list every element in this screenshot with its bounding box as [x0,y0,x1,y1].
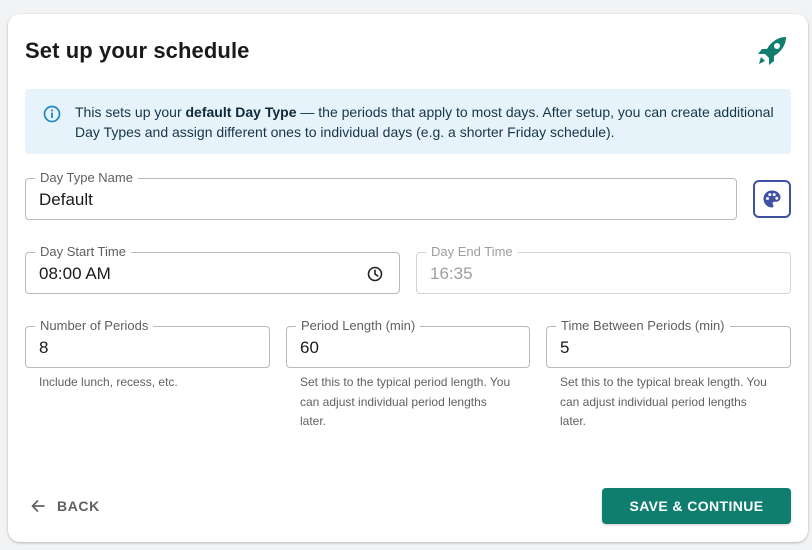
number-of-periods-label: Number of Periods [35,318,154,334]
day-start-time-field[interactable]: Day Start Time 08:00 AM [25,244,400,294]
day-end-time-value: 16:35 [430,264,473,283]
number-of-periods-value: 8 [39,338,49,357]
time-between-periods-field[interactable]: Time Between Periods (min) 5 [546,318,791,368]
color-picker-button[interactable] [753,180,791,218]
period-length-help: Set this to the typical period length. Y… [300,375,511,428]
time-between-periods-label: Time Between Periods (min) [556,318,730,334]
period-length-label: Period Length (min) [296,318,421,334]
day-start-time-label: Day Start Time [35,244,131,260]
info-banner: This sets up your default Day Type — the… [25,89,791,154]
day-type-name-field[interactable]: Day Type Name Default [25,170,737,220]
day-end-time-field: Day End Time 16:35 [416,244,791,294]
time-between-periods-value: 5 [560,338,570,357]
number-of-periods-help: Include lunch, recess, etc. [39,375,178,389]
info-text: This sets up your default Day Type — the… [75,102,775,142]
schedule-setup-card: Set up your schedule This sets up your d… [8,14,808,542]
back-button-label: BACK [57,498,100,514]
day-start-time-value: 08:00 AM [39,264,111,283]
arrow-left-icon [31,500,45,512]
save-continue-button[interactable]: SAVE & CONTINUE [602,488,791,524]
back-button[interactable]: BACK [30,495,100,517]
day-type-name-value: Default [39,190,93,209]
info-text-before: This sets up your [75,104,186,120]
number-of-periods-field[interactable]: Number of Periods 8 [25,318,270,368]
clock-icon[interactable] [367,266,383,282]
day-type-name-label: Day Type Name [35,170,138,186]
palette-icon [763,190,781,208]
info-icon [43,105,61,123]
time-between-periods-help: Set this to the typical break length. Yo… [560,375,767,428]
period-length-value: 60 [300,338,319,357]
period-length-field[interactable]: Period Length (min) 60 [286,318,530,368]
info-text-bold: default Day Type [185,104,297,120]
day-end-time-label: Day End Time [426,244,518,260]
rocket-icon [758,37,786,65]
page-title: Set up your schedule [25,38,250,63]
